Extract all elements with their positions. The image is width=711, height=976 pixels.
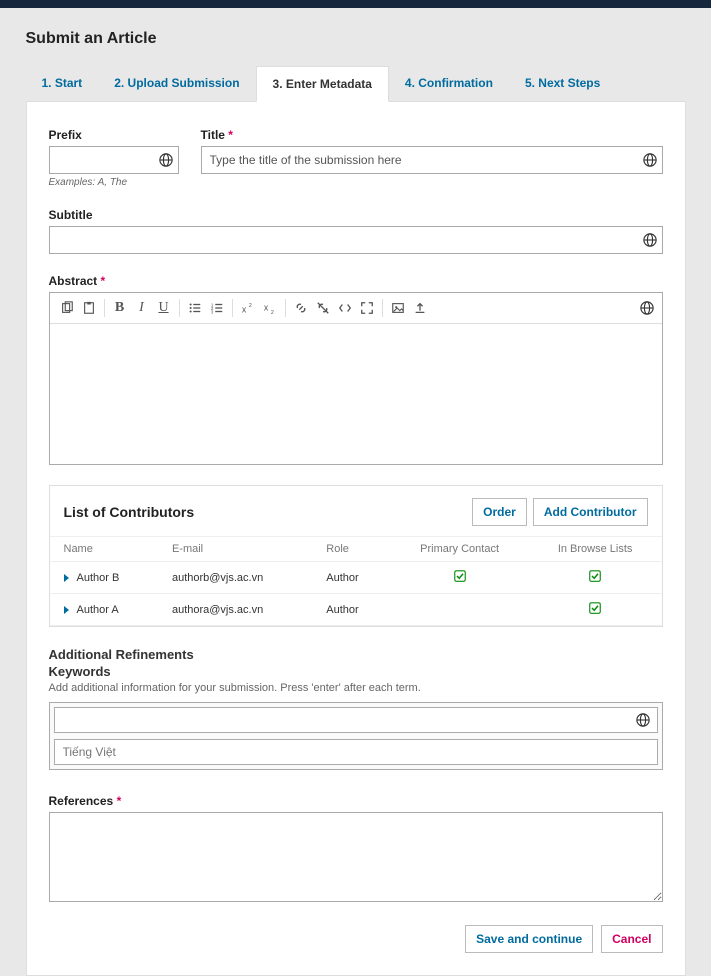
image-icon[interactable] bbox=[387, 297, 409, 319]
subtitle-label: Subtitle bbox=[49, 208, 663, 222]
table-row[interactable]: Author A authora@vjs.ac.vn Author bbox=[50, 594, 662, 626]
references-label: References * bbox=[49, 794, 663, 808]
abstract-label: Abstract * bbox=[49, 274, 663, 288]
col-role: Role bbox=[312, 537, 390, 562]
svg-text:x: x bbox=[263, 303, 268, 313]
keywords-input-alt-lang[interactable] bbox=[54, 739, 658, 765]
copy-icon[interactable] bbox=[56, 297, 78, 319]
superscript-icon[interactable]: x2 bbox=[237, 297, 259, 319]
globe-icon bbox=[643, 233, 657, 247]
contributors-table: Name E-mail Role Primary Contact In Brow… bbox=[50, 536, 662, 626]
check-icon bbox=[454, 570, 466, 582]
globe-icon bbox=[643, 153, 657, 167]
link-icon[interactable] bbox=[290, 297, 312, 319]
page-title: Submit an Article bbox=[26, 8, 686, 66]
col-name: Name bbox=[50, 537, 158, 562]
code-icon[interactable] bbox=[334, 297, 356, 319]
refinements-title: Additional Refinements bbox=[49, 647, 663, 662]
expand-caret-icon[interactable] bbox=[64, 574, 69, 582]
upload-icon[interactable] bbox=[409, 297, 431, 319]
submission-tabs: 1. Start 2. Upload Submission 3. Enter M… bbox=[26, 66, 686, 102]
tab-confirmation[interactable]: 4. Confirmation bbox=[389, 66, 509, 101]
svg-text:3: 3 bbox=[210, 309, 213, 314]
paste-icon[interactable] bbox=[78, 297, 100, 319]
prefix-hint: Examples: A, The bbox=[49, 177, 179, 188]
tab-next-steps[interactable]: 5. Next Steps bbox=[509, 66, 616, 101]
subscript-icon[interactable]: x2 bbox=[259, 297, 281, 319]
add-contributor-button[interactable]: Add Contributor bbox=[533, 498, 648, 526]
globe-icon bbox=[640, 301, 654, 315]
keywords-hint: Add additional information for your subm… bbox=[49, 682, 663, 694]
contributors-section: List of Contributors Order Add Contribut… bbox=[49, 485, 663, 627]
svg-text:2: 2 bbox=[270, 310, 273, 315]
italic-button[interactable]: I bbox=[131, 297, 153, 319]
expand-caret-icon[interactable] bbox=[64, 606, 69, 614]
subtitle-input[interactable] bbox=[49, 226, 663, 254]
check-icon bbox=[589, 570, 601, 582]
references-textarea[interactable] bbox=[49, 812, 663, 902]
svg-text:x: x bbox=[241, 304, 246, 314]
table-row[interactable]: Author B authorb@vjs.ac.vn Author bbox=[50, 562, 662, 594]
unlink-icon[interactable] bbox=[312, 297, 334, 319]
prefix-label: Prefix bbox=[49, 128, 179, 142]
check-icon bbox=[589, 602, 601, 614]
metadata-panel: Prefix Examples: A, The Title * Subtitle bbox=[26, 102, 686, 976]
tab-upload[interactable]: 2. Upload Submission bbox=[98, 66, 255, 101]
keywords-label: Keywords bbox=[49, 664, 663, 679]
abstract-editor[interactable] bbox=[50, 324, 662, 464]
keywords-input[interactable] bbox=[54, 707, 658, 733]
fullscreen-icon[interactable] bbox=[356, 297, 378, 319]
col-email: E-mail bbox=[158, 537, 312, 562]
globe-icon bbox=[159, 153, 173, 167]
title-label: Title * bbox=[201, 128, 663, 142]
underline-button[interactable]: U bbox=[153, 297, 175, 319]
bullet-list-icon[interactable] bbox=[184, 297, 206, 319]
contributors-title: List of Contributors bbox=[64, 504, 195, 520]
bold-button[interactable]: B bbox=[109, 297, 131, 319]
globe-icon bbox=[636, 713, 650, 727]
order-button[interactable]: Order bbox=[472, 498, 527, 526]
svg-text:2: 2 bbox=[248, 303, 251, 309]
col-primary: Primary Contact bbox=[390, 537, 528, 562]
save-continue-button[interactable]: Save and continue bbox=[465, 925, 593, 953]
tab-start[interactable]: 1. Start bbox=[26, 66, 99, 101]
tab-metadata[interactable]: 3. Enter Metadata bbox=[256, 66, 389, 102]
editor-toolbar: B I U 123 x2 x2 bbox=[50, 293, 662, 324]
title-input[interactable] bbox=[201, 146, 663, 174]
cancel-button[interactable]: Cancel bbox=[601, 925, 662, 953]
col-browse: In Browse Lists bbox=[529, 537, 662, 562]
number-list-icon[interactable]: 123 bbox=[206, 297, 228, 319]
